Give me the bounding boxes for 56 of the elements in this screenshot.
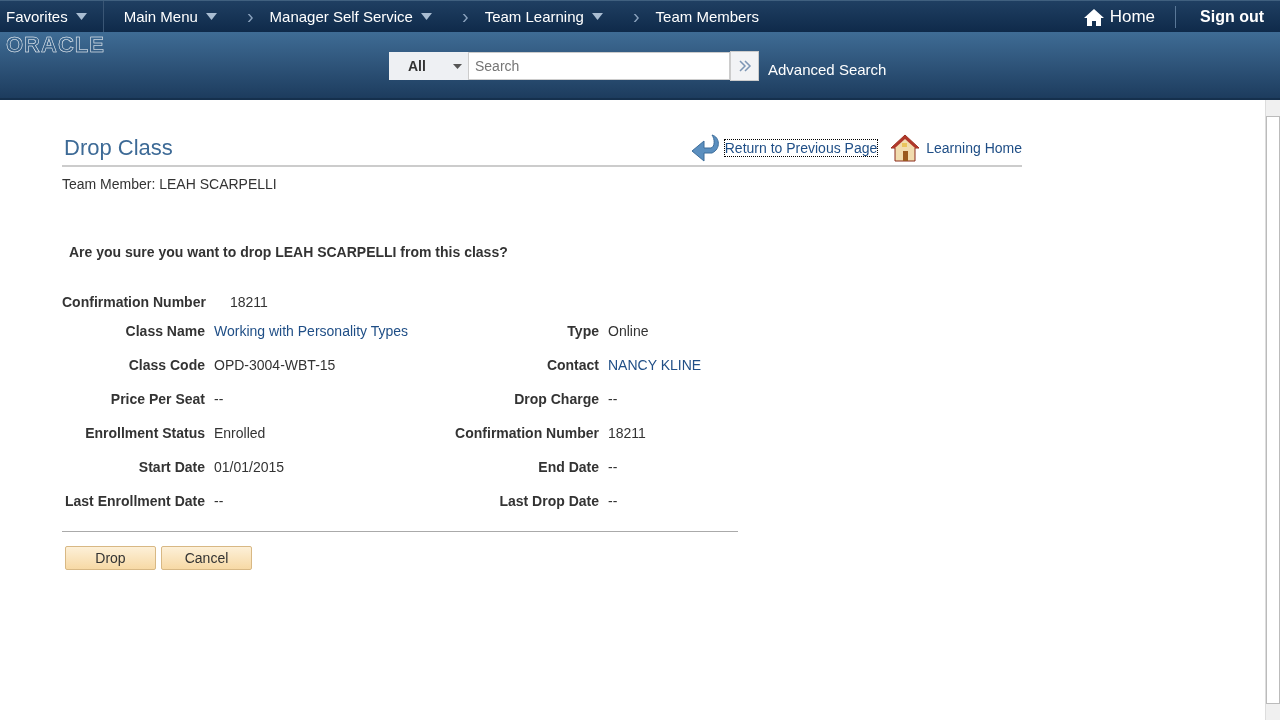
logo: ORACLE	[6, 32, 105, 58]
field-label: Class Name	[124, 323, 205, 339]
sign-out-link[interactable]: Sign out	[1176, 7, 1280, 26]
confirmation-question: Are you sure you want to drop LEAH SCARPELLI from this class?	[69, 244, 509, 260]
search-button[interactable]	[730, 51, 759, 81]
field-value: --	[214, 391, 224, 407]
field-value: --	[608, 459, 618, 475]
field-link[interactable]: NANCY KLINE	[608, 357, 702, 373]
field-value: OPD-3004-WBT-15	[214, 357, 336, 373]
field-value: Enrolled	[214, 425, 266, 441]
search-field[interactable]: Search	[468, 52, 730, 80]
breadcrumb-separator: ›	[460, 5, 470, 28]
field-label: Enrollment Status	[84, 425, 205, 441]
field-value: --	[608, 493, 618, 509]
nav-menu-item[interactable]: Team Learning	[472, 8, 617, 25]
learning-home-link[interactable]: Learning Home	[926, 140, 1022, 156]
field-label: End Date	[537, 459, 599, 475]
nav-menu-item[interactable]: Main Menu	[111, 8, 231, 25]
caret-icon	[75, 13, 87, 20]
caret-icon	[453, 63, 462, 69]
team-member-text: Team Member: LEAH SCARPELLI	[62, 176, 278, 192]
house-icon	[890, 133, 921, 163]
field-label: Price Per Seat	[109, 391, 205, 407]
breadcrumb-separator: ›	[631, 5, 641, 28]
field-label: Last Enrollment Date	[63, 493, 205, 509]
action-button[interactable]: Drop	[65, 546, 156, 570]
caret-icon	[205, 13, 217, 20]
nav-menu-item[interactable]: Manager Self Service	[257, 8, 446, 25]
field-value: 01/01/2015	[214, 459, 285, 475]
field-value: --	[214, 493, 224, 509]
action-button[interactable]: Cancel	[161, 546, 252, 570]
nav-menu-item[interactable]: Team Members	[643, 8, 773, 25]
caret-icon	[591, 13, 603, 20]
search-scope-dropdown[interactable]: All	[389, 52, 468, 80]
field-label: Type	[566, 323, 599, 339]
field-link[interactable]: Working with Personality Types	[214, 323, 408, 339]
return-to-previous-page-link[interactable]: Return to Previous Page	[723, 139, 879, 157]
home-icon	[1083, 7, 1104, 26]
field-value: 18211	[229, 294, 268, 310]
field-label: Confirmation Number	[62, 294, 206, 310]
field-label: Contact	[545, 357, 599, 373]
field-label: Confirmation Number	[454, 425, 599, 441]
field-label: Last Drop Date	[498, 493, 599, 509]
field-label: Class Code	[127, 357, 205, 373]
breadcrumb-separator: ›	[245, 5, 255, 28]
field-label: Start Date	[137, 459, 205, 475]
home-link[interactable]: Home	[1083, 6, 1175, 27]
advanced-search-link[interactable]: Advanced Search	[768, 60, 887, 78]
field-label: Drop Charge	[513, 391, 599, 407]
field-value: --	[608, 391, 618, 407]
caret-icon	[420, 13, 432, 20]
field-value: 18211	[608, 425, 646, 441]
page-title: Drop Class	[63, 135, 173, 161]
field-value: Online	[608, 323, 649, 339]
double-chevron-icon	[737, 60, 752, 72]
scrollbar[interactable]	[1265, 100, 1280, 720]
